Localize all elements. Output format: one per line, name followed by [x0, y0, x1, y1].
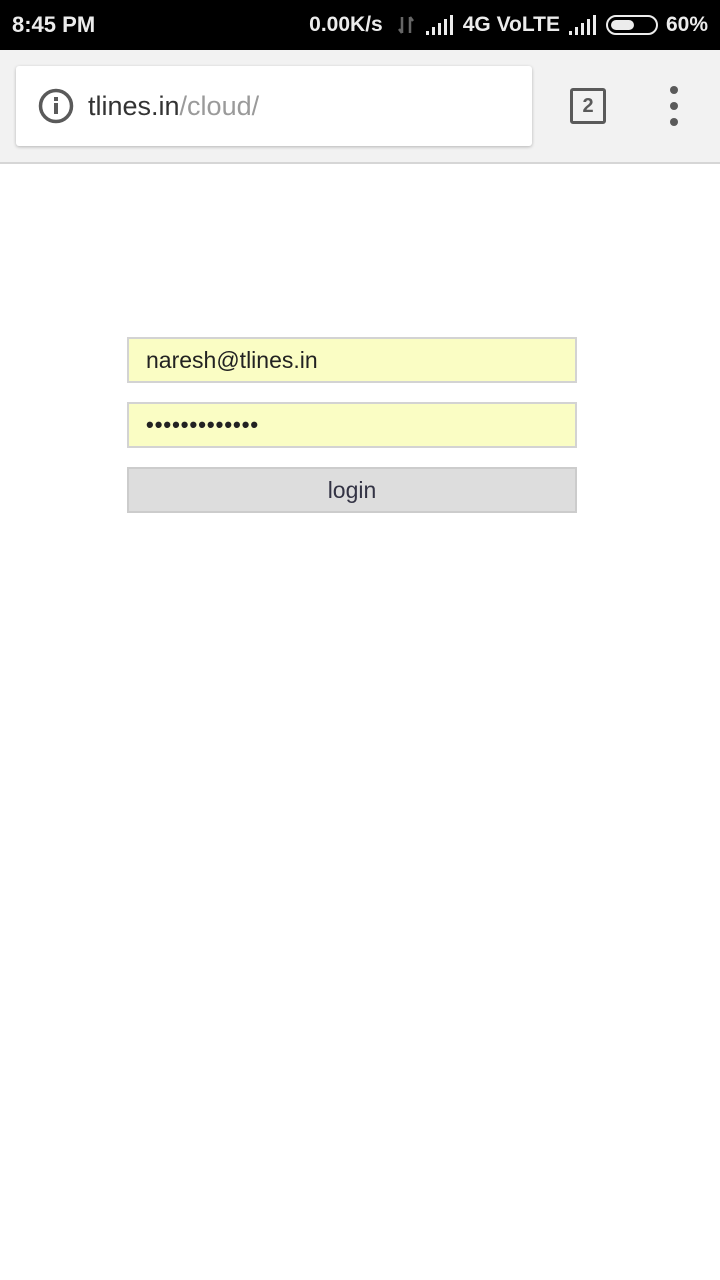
password-field[interactable]: •••••••••••••: [127, 402, 577, 448]
url-path: /cloud/: [179, 91, 260, 121]
battery: 60%: [605, 13, 708, 37]
info-icon[interactable]: [38, 88, 74, 124]
menu-dot: [670, 118, 678, 126]
menu-dot: [670, 86, 678, 94]
tabs-button[interactable]: 2: [570, 88, 606, 124]
url-bar[interactable]: tlines.in/cloud/: [16, 66, 532, 146]
signal-icon: [425, 15, 453, 35]
login-button[interactable]: login: [127, 467, 577, 513]
network-speed: 0.00K/s: [309, 13, 383, 36]
status-bar: 8:45 PM 0.00K/s 4G VoLTE 60%: [0, 0, 720, 50]
status-time: 8:45 PM: [12, 12, 96, 37]
login-form: naresh@tlines.in ••••••••••••• login: [127, 337, 577, 513]
battery-fill: [610, 20, 634, 30]
signal-icon: [568, 15, 596, 35]
email-field[interactable]: naresh@tlines.in: [127, 337, 577, 383]
battery-icon: [605, 15, 658, 35]
browser-toolbar: tlines.in/cloud/ 2: [0, 50, 720, 164]
network-type: 4G VoLTE: [462, 13, 560, 36]
url-text[interactable]: tlines.in/cloud/: [88, 90, 259, 122]
data-arrows-icon: [397, 16, 414, 34]
status-indicators: 0.00K/s 4G VoLTE 60%: [309, 0, 708, 50]
menu-dot: [670, 102, 678, 110]
url-host: tlines.in: [88, 91, 180, 121]
overflow-menu-icon[interactable]: [660, 86, 688, 126]
battery-percent: 60%: [665, 13, 708, 36]
